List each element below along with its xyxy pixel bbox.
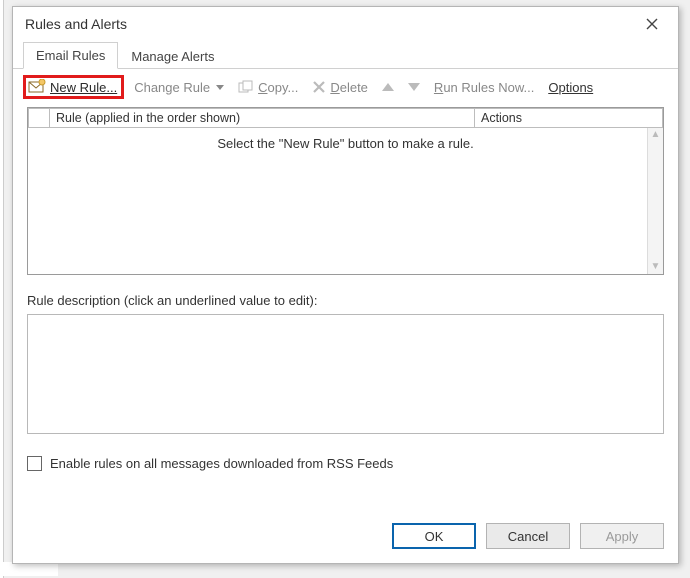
change-rule-label: Change Rule <box>134 80 210 95</box>
run-rules-now-label: Run Rules Now... <box>434 80 534 95</box>
rss-checkbox-label: Enable rules on all messages downloaded … <box>50 456 393 471</box>
apply-label: Apply <box>606 529 639 544</box>
options-button[interactable]: Options <box>544 78 597 97</box>
close-icon <box>646 18 658 30</box>
tab-email-rules[interactable]: Email Rules <box>23 42 118 69</box>
new-rule-button[interactable]: New Rule... <box>23 75 124 99</box>
move-down-button[interactable] <box>404 81 424 93</box>
grid-col-rule-label: Rule (applied in the order shown) <box>56 111 240 125</box>
grid-empty-message: Select the "New Rule" button to make a r… <box>28 128 663 151</box>
arrow-up-icon <box>382 83 394 91</box>
grid-col-checkbox[interactable] <box>28 108 50 128</box>
close-button[interactable] <box>634 10 670 38</box>
chevron-down-icon <box>216 85 224 90</box>
tabstrip: Email Rules Manage Alerts <box>13 41 678 69</box>
scroll-up-icon: ▲ <box>651 130 661 140</box>
copy-icon <box>238 80 254 94</box>
tab-label: Email Rules <box>36 48 105 63</box>
dialog-title: Rules and Alerts <box>25 16 634 32</box>
ok-label: OK <box>425 529 444 544</box>
scroll-down-icon: ▼ <box>651 262 661 272</box>
delete-label: Delete <box>330 80 368 95</box>
rule-description-box[interactable] <box>27 314 664 434</box>
rules-and-alerts-dialog: Rules and Alerts Email Rules Manage Aler… <box>12 6 679 564</box>
grid-col-actions[interactable]: Actions <box>475 108 663 128</box>
rule-description-label: Rule description (click an underlined va… <box>27 293 664 308</box>
copy-label: Copy... <box>258 80 298 95</box>
ok-button[interactable]: OK <box>392 523 476 549</box>
grid-header: Rule (applied in the order shown) Action… <box>28 108 663 128</box>
tab-manage-alerts[interactable]: Manage Alerts <box>118 43 227 69</box>
grid-col-actions-label: Actions <box>481 111 522 125</box>
copy-button[interactable]: Copy... <box>234 78 302 97</box>
grid-col-rule[interactable]: Rule (applied in the order shown) <box>50 108 475 128</box>
rules-grid: Rule (applied in the order shown) Action… <box>27 107 664 275</box>
run-rules-now-button[interactable]: Run Rules Now... <box>430 78 538 97</box>
cancel-label: Cancel <box>508 529 548 544</box>
options-label: Options <box>548 80 593 95</box>
arrow-down-icon <box>408 83 420 91</box>
grid-scrollbar[interactable]: ▲ ▼ <box>647 128 663 274</box>
move-up-button[interactable] <box>378 81 398 93</box>
delete-button[interactable]: Delete <box>308 78 372 97</box>
rss-checkbox-row[interactable]: Enable rules on all messages downloaded … <box>27 456 664 471</box>
new-rule-label: New Rule... <box>50 80 117 95</box>
delete-icon <box>312 80 326 94</box>
new-rule-icon <box>28 79 46 95</box>
dialog-buttons: OK Cancel Apply <box>13 509 678 563</box>
cancel-button[interactable]: Cancel <box>486 523 570 549</box>
tab-label: Manage Alerts <box>131 49 214 64</box>
titlebar: Rules and Alerts <box>13 7 678 41</box>
grid-body: Select the "New Rule" button to make a r… <box>28 128 663 274</box>
change-rule-button[interactable]: Change Rule <box>130 78 228 97</box>
rss-checkbox[interactable] <box>27 456 42 471</box>
toolbar: New Rule... Change Rule Copy... Delete R… <box>13 69 678 107</box>
apply-button: Apply <box>580 523 664 549</box>
content-area: Rule (applied in the order shown) Action… <box>13 107 678 509</box>
